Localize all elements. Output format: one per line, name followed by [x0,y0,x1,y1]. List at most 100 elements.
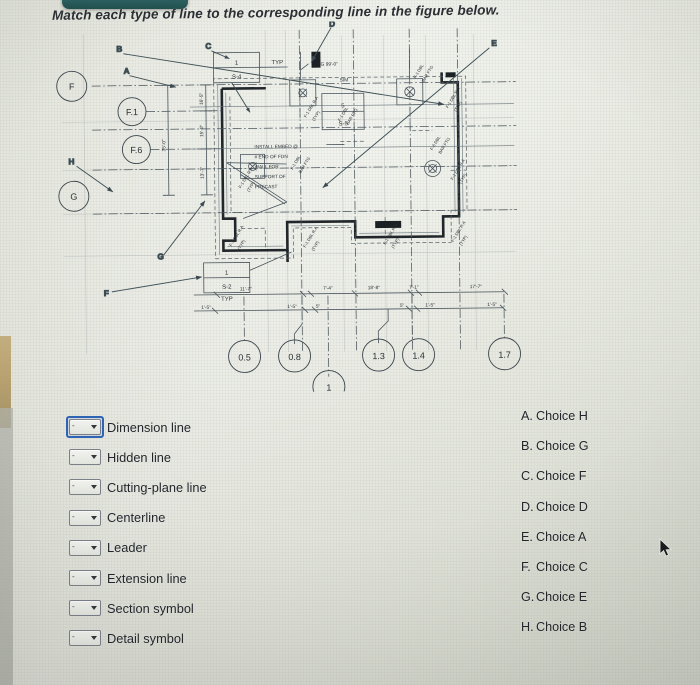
choice-text-6: Choice E [536,590,588,605]
choice-row-1: B. Choice G [521,439,691,469]
choice-row-6: G. Choice E [521,590,691,620]
select-value-3: - [72,511,75,521]
select-value-5: - [72,572,75,582]
select-value-2: - [72,481,75,491]
svg-text:H: H [68,157,74,166]
choice-key-6: G. [521,590,535,605]
answer-select-4[interactable]: - [69,539,101,556]
match-row-label-5: Extension line [107,570,187,586]
chevron-down-icon [91,485,97,490]
svg-text:1.7: 1.7 [498,350,511,360]
svg-text:F: F [69,82,75,92]
answer-select-1[interactable]: - [69,449,101,466]
svg-text:# END OF FDN: # END OF FDN [254,154,288,160]
choice-text-1: Choice G [536,439,589,454]
select-wrapper-4: - [66,537,104,559]
svg-text:TYP: TYP [221,297,233,303]
match-right-choices: A. Choice H B. Choice G C. Choice F D. Choice D… [521,409,691,651]
answer-select-5[interactable]: - [69,570,101,587]
choice-key-5: F. [521,559,531,574]
svg-text:INSTALL EMBED @: INSTALL EMBED @ [254,144,298,150]
svg-text:1'-5": 1'-5" [487,302,497,308]
choice-row-2: C. Choice F [521,469,691,499]
match-row-label-2: Cutting-plane line [107,479,207,495]
svg-text:0.8: 0.8 [288,352,301,362]
svg-text:(TYP): (TYP) [311,109,321,121]
svg-text:TYP: TYP [271,60,283,66]
svg-text:1: 1 [235,61,239,67]
choice-key-0: A. [521,409,533,423]
match-row-0: - Dimension line [66,412,316,442]
select-value-6: - [72,602,75,612]
choice-row-0: A. Choice H [521,409,691,439]
select-value-4: - [72,541,75,551]
match-row-label-7: Detail symbol [107,630,184,646]
match-row-label-0: Dimension line [107,419,191,435]
answer-select-3[interactable]: - [69,509,101,526]
svg-text:WALL FOR: WALL FOR [255,164,280,170]
select-wrapper-7: - [66,627,104,649]
svg-text:S-4: S-4 [232,74,242,80]
match-row-7: - Detail symbol [66,623,316,653]
svg-text:G: G [157,252,163,261]
mouse-cursor [659,538,673,557]
svg-text:7'-1": 7'-1" [409,285,419,291]
match-row-label-3: Centerline [107,510,166,526]
svg-text:5": 5" [316,304,321,310]
choice-key-3: D. [521,499,534,514]
chevron-down-icon [91,515,97,520]
svg-text:1'-5": 1'-5" [425,302,435,308]
svg-text:C: C [205,42,211,51]
answer-select-6[interactable]: - [69,600,101,617]
svg-text:1'-5": 1'-5" [287,304,297,310]
answer-select-2[interactable]: - [69,479,101,496]
svg-text:S-2: S-2 [222,285,232,291]
chevron-down-icon [91,425,97,430]
svg-text:A: A [124,67,130,76]
chevron-down-icon [91,636,97,641]
chevron-down-icon [91,455,97,460]
svg-text:13'-7": 13'-7" [200,166,206,179]
svg-text:F: F [104,289,109,298]
svg-text:1.4: 1.4 [412,351,425,361]
choice-key-4: E. [521,529,533,544]
match-row-6: - Section symbol [66,593,316,623]
match-row-label-6: Section symbol [107,600,194,616]
match-row-label-1: Hidden line [107,449,172,465]
choice-text-2: Choice F [536,469,587,484]
svg-text:PRECAST: PRECAST [255,184,278,190]
choice-text-5: Choice C [536,559,588,574]
technical-drawing-figure: .th{stroke:#2b3237;fill:none;} .md{strok… [53,20,527,395]
svg-text:F.6: F.6 [130,145,142,155]
svg-text:(TYP): (TYP) [458,234,468,246]
svg-text:5": 5" [400,303,405,309]
svg-text:G: G [70,192,77,202]
match-row-5: - Extension line [66,563,316,593]
svg-text:B: B [116,45,122,54]
choice-text-0: Choice H [536,409,588,423]
choice-key-7: H. [521,620,534,635]
select-wrapper-2: - [66,476,104,498]
choice-key-2: C. [521,469,534,484]
svg-text:SUPPORT OF: SUPPORT OF [255,174,286,180]
svg-text:1: 1 [326,383,331,393]
choice-row-5: F. Choice C [521,560,691,590]
select-wrapper-5: - [66,567,104,589]
choice-text-3: Choice D [536,499,588,514]
svg-text:18'-8": 18'-8" [368,285,381,291]
select-wrapper-0: - [66,416,104,439]
match-row-1: - Hidden line [66,442,316,472]
answer-select-0[interactable]: - [69,419,101,436]
select-wrapper-1: - [66,446,104,468]
chevron-down-icon [91,576,97,581]
select-value-0: - [72,421,75,431]
svg-text:7'-4": 7'-4" [323,286,333,292]
choice-text-7: Choice B [536,620,588,635]
answer-select-7[interactable]: - [69,630,101,647]
svg-text:D: D [329,20,335,29]
svg-text:(TYP): (TYP) [453,100,463,112]
svg-text:(TYP): (TYP) [310,239,320,251]
svg-text:F.1: F.1 [126,107,138,117]
match-left-column: - Dimension line - Hidden line - Cutting-plan… [66,412,316,654]
choice-row-3: D. Choice D [521,500,691,530]
